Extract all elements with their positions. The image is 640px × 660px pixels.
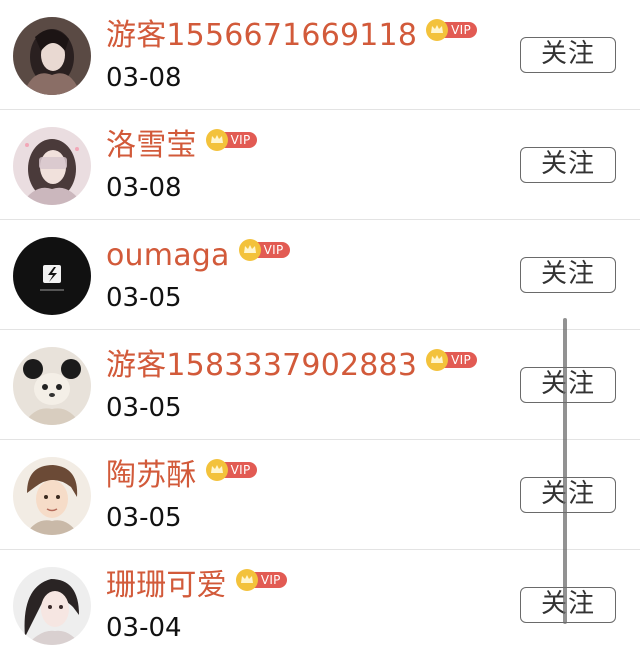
vip-badge: VIP [235, 569, 287, 591]
follow-button[interactable]: 关注 [520, 147, 616, 183]
avatar[interactable] [13, 17, 91, 95]
user-name[interactable]: 游客1583337902883 [106, 346, 417, 386]
avatar[interactable] [13, 347, 91, 425]
avatar[interactable] [13, 127, 91, 205]
crown-icon [426, 19, 449, 41]
follow-button[interactable]: 关注 [520, 477, 616, 513]
date: 03-04 [106, 613, 182, 643]
avatar[interactable] [13, 237, 91, 315]
name-line: 洛雪莹 VIP [106, 126, 257, 166]
name-line: 珊珊可爱 VIP [106, 566, 287, 606]
avatar[interactable] [13, 567, 91, 645]
follow-button[interactable]: 关注 [520, 587, 616, 623]
vip-badge: VIP [205, 459, 257, 481]
user-name[interactable]: 陶苏酥 [106, 456, 197, 496]
date: 03-08 [106, 173, 182, 203]
user-name[interactable]: oumaga [106, 236, 230, 276]
vip-badge: VIP [425, 19, 478, 41]
date: 03-05 [106, 283, 182, 313]
list-item[interactable]: oumaga VIP 03-05 关注 [0, 220, 640, 330]
vip-badge: VIP [425, 349, 478, 371]
list-item[interactable]: 洛雪莹 VIP 03-08 关注 [0, 110, 640, 220]
crown-icon [235, 569, 258, 591]
vip-badge: VIP [205, 129, 257, 151]
vip-badge: VIP [238, 239, 290, 261]
crown-icon [205, 459, 228, 481]
crown-icon [426, 349, 449, 371]
crown-icon [238, 239, 261, 261]
list-item[interactable]: 游客1556671669118 VIP 03-08 关注 [0, 0, 640, 110]
date: 03-08 [106, 63, 182, 93]
list-item[interactable]: 游客1583337902883 VIP 03-05 关注 [0, 330, 640, 440]
avatar[interactable] [13, 457, 91, 535]
follow-button[interactable]: 关注 [520, 367, 616, 403]
user-name[interactable]: 洛雪莹 [106, 126, 197, 166]
follow-button[interactable]: 关注 [520, 257, 616, 293]
name-line: 游客1583337902883 VIP [106, 346, 478, 386]
list-item[interactable]: 陶苏酥 VIP 03-05 关注 [0, 440, 640, 550]
name-line: oumaga VIP [106, 236, 290, 276]
follow-button[interactable]: 关注 [520, 37, 616, 73]
scrollbar[interactable] [563, 318, 567, 624]
crown-icon [205, 129, 228, 151]
user-name[interactable]: 游客1556671669118 [106, 16, 417, 56]
user-name[interactable]: 珊珊可爱 [106, 566, 227, 606]
name-line: 游客1556671669118 VIP [106, 16, 478, 56]
list-item[interactable]: 珊珊可爱 VIP 03-04 关注 [0, 550, 640, 660]
date: 03-05 [106, 503, 182, 533]
date: 03-05 [106, 393, 182, 423]
name-line: 陶苏酥 VIP [106, 456, 257, 496]
